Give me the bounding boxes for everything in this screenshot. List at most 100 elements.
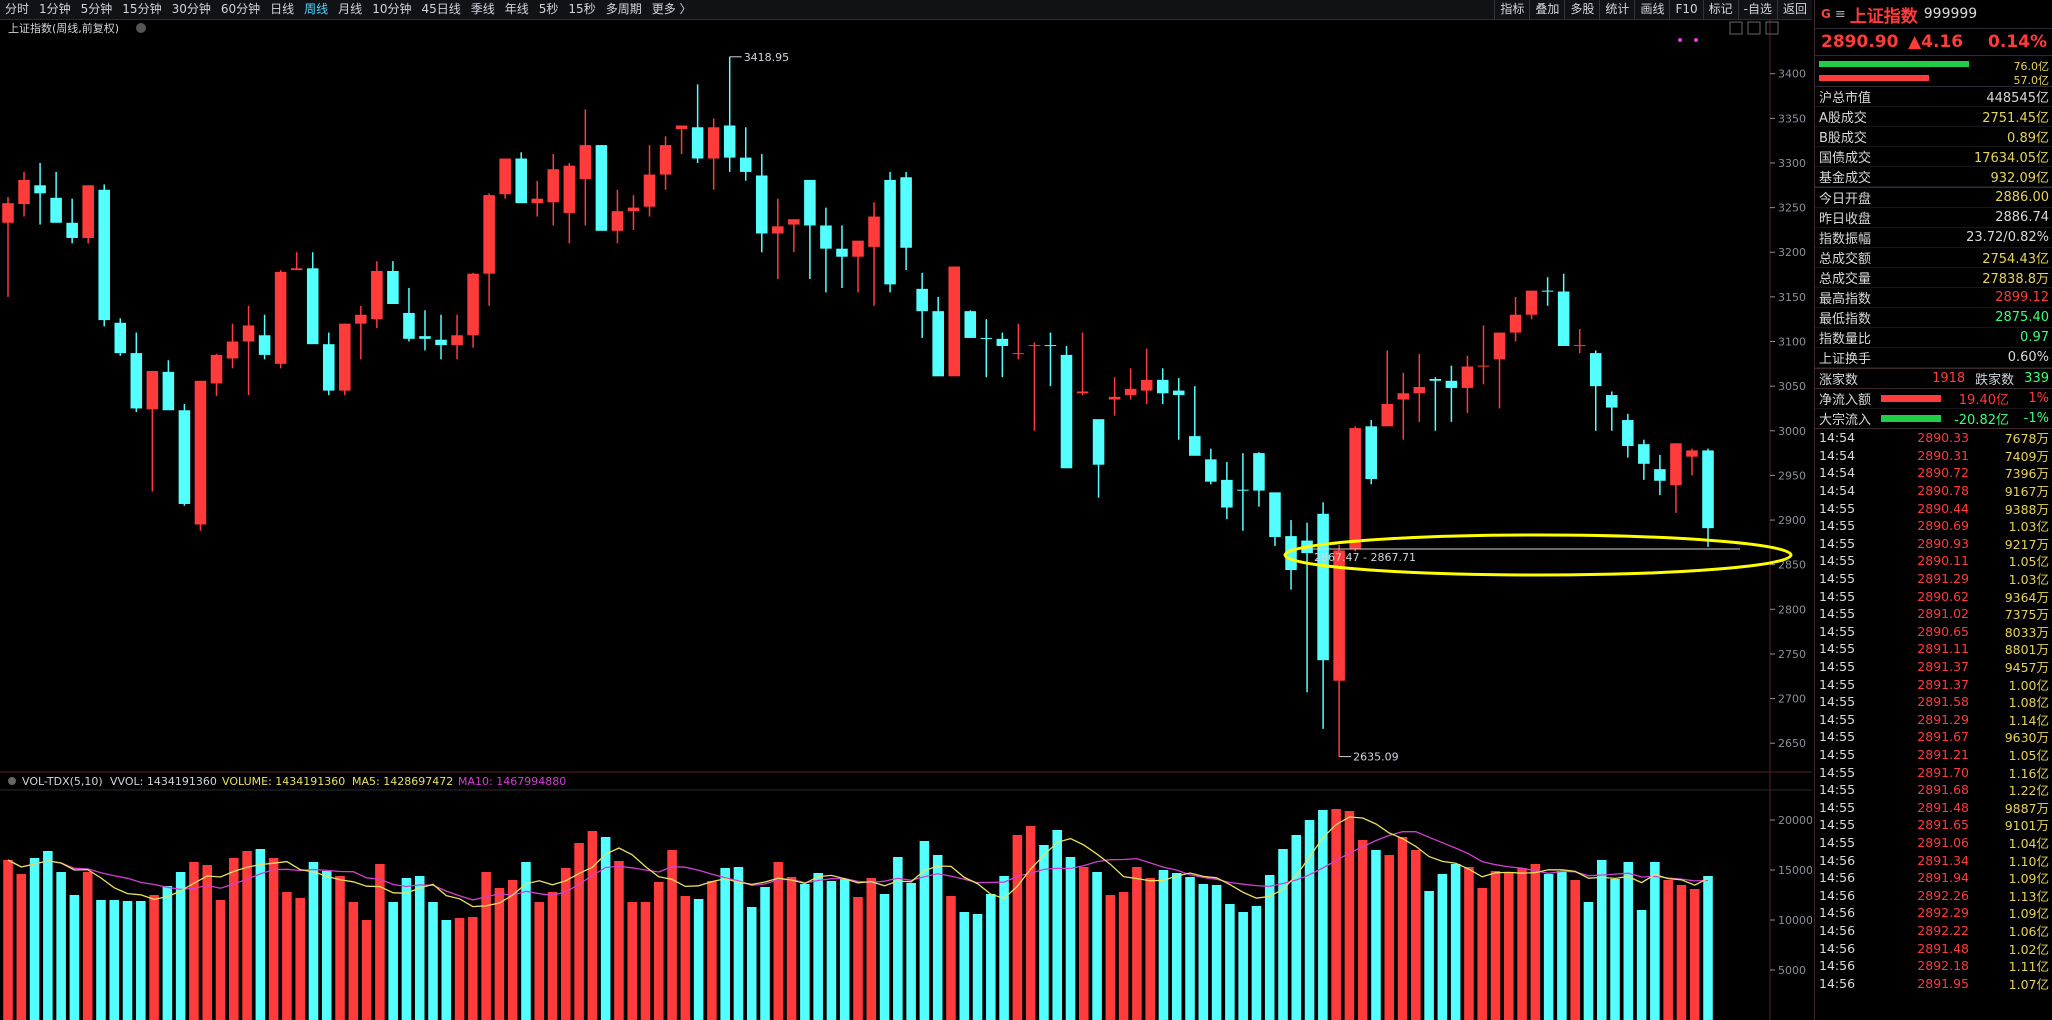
stat-row: 总成交量 27838.8万 [1815, 268, 2052, 288]
tick-volume: 1.11亿 [2008, 959, 2049, 975]
tick-volume: 9364万 [2004, 589, 2049, 605]
period-tab[interactable]: 1分钟 [34, 0, 76, 19]
period-tab[interactable]: 5分钟 [76, 0, 118, 19]
volume-bar [69, 895, 80, 1020]
period-tab[interactable]: 日线 [265, 0, 299, 19]
tick-time: 14:56 [1819, 905, 1856, 921]
tick-volume: 9167万 [2004, 484, 2049, 500]
volume-bar [1397, 837, 1408, 1020]
tick-volume: 1.03亿 [2008, 519, 2049, 535]
toolbar-button[interactable]: 返回 [1776, 0, 1812, 19]
tick-row: 14:54 2890.72 7396万 [1815, 464, 2052, 482]
tick-row: 14:56 2891.94 1.09亿 [1815, 869, 2052, 887]
tick-time: 14:55 [1819, 799, 1856, 815]
period-tab[interactable]: 周线 [299, 0, 333, 19]
kline-chart-panel[interactable]: 3400 3350 3300 3250 3200 3150 3100 3050 3000 2950… [0, 20, 1812, 1020]
period-tab[interactable]: 5秒 [534, 0, 564, 19]
stat-value: 17634.05亿 [1973, 151, 2049, 166]
tick-row: 14:55 2891.37 9457万 [1815, 658, 2052, 676]
volume-bar [1610, 879, 1620, 1020]
kline-chart[interactable]: 3400 3350 3300 3250 3200 3150 3100 3050 3000 2950… [0, 20, 1812, 1020]
tick-row: 14:55 2890.69 1.03亿 [1815, 517, 2052, 535]
tick-row: 14:55 2891.48 9887万 [1815, 798, 2052, 816]
period-tab[interactable]: 分时 [0, 0, 34, 19]
tick-time: 14:55 [1819, 834, 1856, 850]
tick-price: 2891.37 [1917, 676, 1969, 692]
stat-row: 指数量比 0.97 [1815, 328, 2052, 348]
price-tick-label: 3150 [1778, 291, 1806, 304]
candle-body [403, 312, 415, 339]
candle-body [1092, 419, 1105, 465]
tick-price: 2890.44 [1917, 500, 1969, 516]
period-tab[interactable]: 15分钟 [117, 0, 166, 19]
period-tab[interactable]: 10分钟 [367, 0, 416, 19]
tick-price: 2891.68 [1917, 782, 1969, 798]
tick-price: 2891.06 [1917, 834, 1969, 850]
stat-row: B股成交 0.89亿 [1815, 127, 2052, 147]
flow2-bar [1881, 415, 1941, 422]
period-tab[interactable]: 更多 〉 [647, 0, 697, 19]
tick-time: 14:54 [1819, 447, 1856, 463]
tick-price: 2891.65 [1917, 817, 1969, 833]
candle-body [1189, 436, 1201, 456]
tick-price: 2891.67 [1917, 729, 1969, 745]
tick-time: 14:55 [1819, 817, 1856, 833]
tick-price: 2890.33 [1917, 430, 1969, 446]
flow1-value: 19.40亿 [1958, 393, 2009, 408]
tick-volume: 1.05亿 [2008, 747, 2049, 763]
stat-row: 最高指数 2899.12 [1815, 288, 2052, 308]
tick-volume: 7409万 [2004, 448, 2049, 464]
period-tab[interactable]: 30分钟 [167, 0, 216, 19]
toolbar-button[interactable]: F10 [1669, 0, 1702, 19]
toolbar-button[interactable]: 标记 [1702, 0, 1738, 19]
tick-row: 14:56 2892.22 1.06亿 [1815, 922, 2052, 940]
volume-bar [361, 920, 372, 1020]
volume-bar [1171, 873, 1182, 1020]
volume-bar [1039, 845, 1049, 1020]
candle-body [66, 222, 78, 238]
tick-price: 2890.78 [1917, 483, 1969, 499]
period-tab[interactable]: 多周期 [601, 0, 647, 19]
tick-row: 14:56 2891.34 1.10亿 [1815, 851, 2052, 869]
toolbar-button[interactable]: 画线 [1634, 0, 1669, 19]
tick-price: 2891.21 [1917, 746, 1969, 762]
volume-bar [946, 896, 956, 1020]
stat-value: 2886.00 [1995, 190, 2049, 205]
candle-body [1253, 453, 1265, 491]
toolbar-button[interactable]: 叠加 [1529, 0, 1564, 19]
candle-body [18, 179, 30, 205]
vol-volume: VOLUME: 1434191360 [222, 775, 345, 788]
toolbar-button[interactable]: 多股 [1564, 0, 1599, 19]
candle-body [611, 211, 624, 231]
candle-body [884, 179, 896, 285]
tick-price: 2891.94 [1917, 870, 1969, 886]
marker-dot [1694, 38, 1698, 42]
candle-body [691, 127, 704, 159]
period-tab[interactable]: 月线 [333, 0, 367, 19]
tick-row: 14:56 2892.29 1.09亿 [1815, 904, 2052, 922]
tick-price: 2890.11 [1917, 553, 1969, 569]
flow2-value: -20.82亿 [1954, 413, 2009, 428]
volume-bar [826, 881, 837, 1020]
candle-body [852, 240, 864, 257]
candle-body [756, 175, 768, 234]
candle-body [659, 145, 672, 175]
period-tab[interactable]: 季线 [466, 0, 500, 19]
menu-icon[interactable]: ≡ [1835, 7, 1846, 22]
toolbar-button[interactable]: 统计 [1599, 0, 1634, 19]
period-tab[interactable]: 60分钟 [216, 0, 265, 19]
candle-body [1044, 345, 1057, 347]
toolbar-button[interactable]: -自选 [1737, 0, 1777, 19]
volume-bar [906, 883, 916, 1020]
tick-volume: 7396万 [2004, 466, 2049, 482]
period-tab[interactable]: 15秒 [563, 0, 600, 19]
period-tab[interactable]: 年线 [500, 0, 534, 19]
volume-bar [1065, 857, 1076, 1020]
stat-value: 27838.8万 [1982, 272, 2049, 287]
candle-body [595, 145, 608, 231]
period-tab[interactable]: 45日线 [416, 0, 465, 19]
candle-body [210, 354, 223, 384]
volume-bar [335, 876, 345, 1020]
vol-name: VOL-TDX(5,10) [22, 775, 103, 788]
toolbar-button[interactable]: 指标 [1494, 0, 1529, 19]
